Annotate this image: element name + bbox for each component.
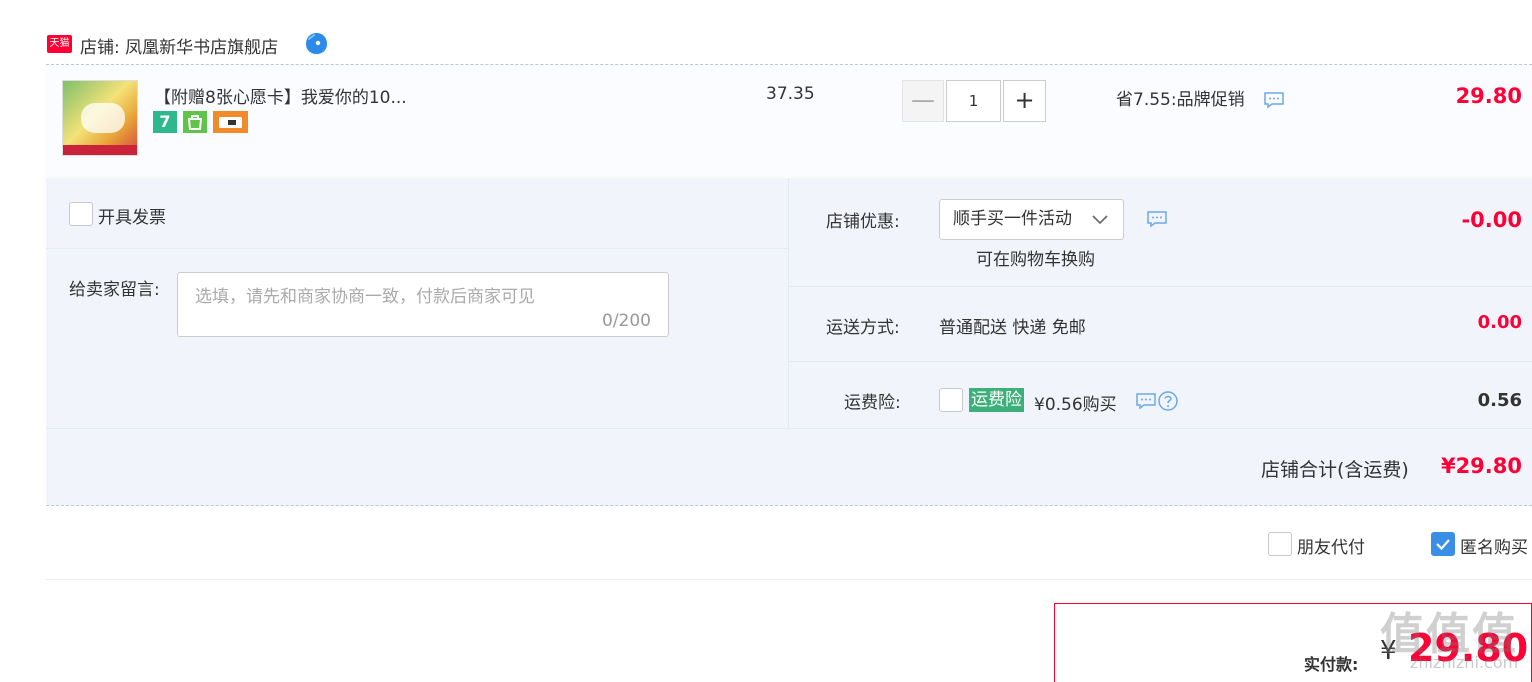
invoice-label[interactable]: 开具发票 [98,203,166,228]
thumbnail-art [81,103,125,133]
shipping-insurance-value: 0.56 [1477,390,1522,411]
product-title-link[interactable]: 【附赠8张心愿卡】我爱你的10... [154,83,407,108]
shopping-bag-icon [183,111,207,133]
shop-discount-hint: 可在购物车换购 [976,250,1095,270]
help-question-icon[interactable] [1157,390,1179,412]
seller-message-placeholder: 选填，请先和商家协商一致，付款后商家可见 [195,287,535,307]
friend-pay-label[interactable]: 朋友代付 [1297,533,1365,558]
shipping-method: 普通配送 快递 免邮 [939,318,1086,338]
unit-price: 37.35 [766,84,815,104]
shipping-insurance-tag: 运费险 [969,388,1024,412]
tmall-logo: 天猫 [47,35,72,53]
promo-info-chat-icon[interactable] [1263,91,1285,109]
seven-day-return-icon: 7 [153,111,177,133]
divider [788,178,789,428]
quantity-increase-button[interactable]: + [1003,80,1046,122]
shipping-insurance-checkbox[interactable] [939,388,963,412]
shipping-label: 运送方式: [826,318,900,338]
thumbnail-band [63,145,137,155]
shipping-fee: 0.00 [1477,312,1522,333]
shop-discount-label: 店铺优惠: [826,212,900,232]
shop-discount-value: -0.00 [1461,208,1522,232]
invoice-checkbox[interactable] [69,202,93,226]
cart-item-row [46,64,1532,178]
anonymous-purchase-checkbox[interactable] [1431,532,1455,556]
shop-total-value: ¥29.80 [1440,454,1522,478]
divider [46,428,1532,429]
shipping-insurance-label: 运费险: [844,393,901,413]
divider [789,286,1532,287]
item-subtotal: 29.80 [1455,84,1522,108]
seller-message-label: 给卖家留言: [69,280,160,300]
divider [46,579,1532,580]
quantity-decrease-button[interactable]: — [902,80,944,122]
quantity-input[interactable] [946,80,1001,122]
anonymous-purchase-label[interactable]: 匿名购买 [1460,533,1528,558]
payment-label: 实付款: [1304,655,1359,674]
discount-chat-icon[interactable] [1146,210,1168,228]
credit-card-icon [213,111,248,133]
shop-name-link[interactable]: 店铺: 凤凰新华书店旗舰店 [80,33,278,58]
product-thumbnail[interactable] [62,80,138,156]
divider [46,248,788,249]
shop-total-label: 店铺合计(含运费) [1261,459,1409,481]
wangwang-chat-icon[interactable] [304,31,329,56]
watermark-url: zhizhizhi.com [1410,653,1519,672]
insurance-chat-icon[interactable] [1135,392,1157,410]
seller-message-char-count: 0/200 [602,311,651,331]
shipping-insurance-price: ¥0.56购买 [1034,395,1117,415]
friend-pay-checkbox[interactable] [1268,532,1292,556]
divider [789,361,1532,362]
promotion-text: 省7.55:品牌促销 [1116,90,1245,110]
chevron-down-icon[interactable] [1090,210,1110,230]
checkmark-icon [1436,539,1450,551]
